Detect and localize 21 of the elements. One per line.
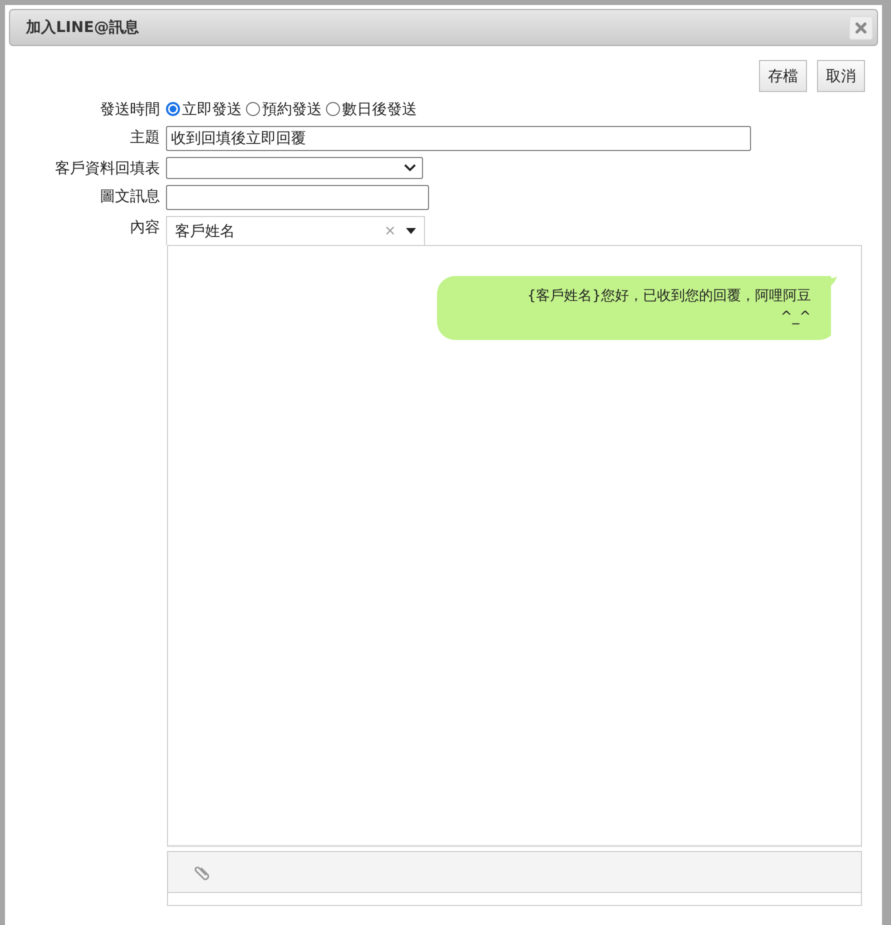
field-label: 圖文訊息 bbox=[99, 186, 160, 207]
dialog-title: 加入LINE@訊息 bbox=[26, 18, 139, 37]
tag-dropdown[interactable]: 客戶姓名 × bbox=[166, 216, 425, 245]
form-dropdown[interactable] bbox=[166, 157, 423, 179]
radio-option[interactable]: 數日後發送 bbox=[326, 98, 417, 120]
radio-option[interactable]: 預約發送 bbox=[246, 98, 322, 120]
close-button[interactable] bbox=[849, 16, 873, 40]
message-text: {客戶姓名}您好，已收到您的回覆，阿哩阿豆^_^ bbox=[527, 288, 811, 325]
close-icon bbox=[855, 22, 867, 34]
field-label: 主題 bbox=[129, 127, 160, 148]
action-button[interactable]: 取消 bbox=[817, 60, 865, 92]
action-button[interactable]: 存檔 bbox=[759, 60, 807, 92]
subject-field[interactable]: 收到回填後立即回覆 bbox=[166, 126, 751, 151]
field-label: 發送時間 bbox=[99, 99, 160, 120]
tag-value: 客戶姓名 bbox=[175, 222, 236, 240]
chevron-icon bbox=[404, 164, 416, 172]
radio-option[interactable]: 立即發送 bbox=[166, 98, 242, 120]
field-label: 內容 bbox=[129, 217, 160, 238]
field-label: 客戶資料回填表 bbox=[54, 158, 160, 179]
caret-icon bbox=[406, 228, 416, 234]
rich-message-field[interactable] bbox=[166, 185, 429, 210]
